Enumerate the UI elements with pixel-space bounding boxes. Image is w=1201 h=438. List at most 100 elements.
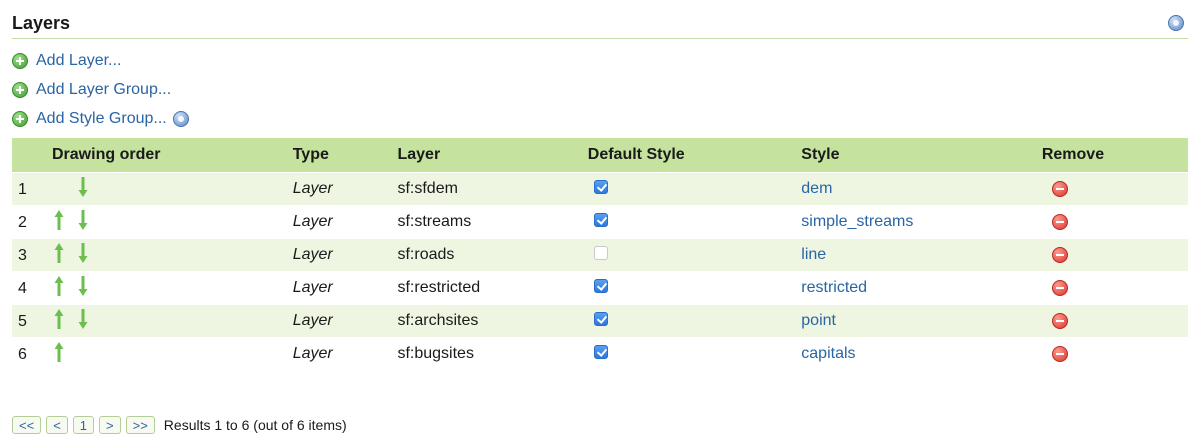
default-style-cell — [587, 205, 802, 239]
style-link[interactable]: capitals — [801, 345, 855, 362]
pagination: << < 1 > >> Results 1 to 6 (out of 6 ite… — [12, 415, 347, 435]
remove-icon[interactable] — [1051, 246, 1068, 263]
move-down-icon[interactable] — [78, 176, 88, 198]
type-cell: Layer — [268, 271, 398, 305]
move-up-icon[interactable] — [54, 275, 64, 297]
type-cell: Layer — [268, 238, 398, 272]
default-style-cell — [587, 238, 802, 272]
page-1-button[interactable]: 1 — [72, 416, 95, 434]
next-page-button[interactable]: > — [99, 416, 121, 434]
drawing-order-cell: 5 — [12, 304, 269, 338]
drawing-order-cell: 2 — [12, 205, 269, 239]
remove-cell — [1041, 304, 1188, 338]
add-icon — [12, 81, 28, 98]
last-page-button[interactable]: >> — [125, 416, 155, 434]
row-number: 5 — [18, 313, 27, 330]
style-cell: dem — [801, 172, 1042, 206]
col-layer[interactable]: Layer — [397, 138, 588, 173]
table-row: 3 Layer sf:roads line — [12, 238, 1188, 272]
add-layer-group-label[interactable]: Add Layer Group... — [36, 81, 171, 99]
col-remove[interactable]: Remove — [1041, 138, 1188, 173]
add-layer-group-link[interactable]: Add Layer Group... — [12, 75, 189, 104]
table-row: 4 Layer sf:restricted restricted — [12, 271, 1188, 305]
drawing-order-cell: 6 — [12, 337, 269, 370]
add-icon — [12, 110, 28, 127]
page-title: Layers — [12, 13, 71, 33]
action-links: Add Layer... Add Layer Group... Add Styl… — [12, 46, 189, 133]
move-up-icon[interactable] — [54, 242, 64, 264]
remove-cell — [1041, 172, 1188, 206]
move-down-icon[interactable] — [78, 242, 88, 264]
type-cell: Layer — [268, 337, 398, 370]
style-cell: capitals — [801, 337, 1042, 370]
style-link[interactable]: point — [801, 312, 836, 329]
move-up-icon[interactable] — [54, 341, 64, 363]
style-link[interactable]: simple_streams — [801, 213, 913, 230]
style-cell: line — [801, 238, 1042, 272]
drawing-order-cell: 3 — [12, 238, 269, 272]
row-number: 2 — [18, 214, 27, 231]
remove-cell — [1041, 271, 1188, 305]
layer-cell: sf:archsites — [397, 304, 588, 338]
remove-cell — [1041, 337, 1188, 370]
prev-page-button[interactable]: < — [46, 416, 68, 434]
first-page-button[interactable]: << — [12, 416, 42, 434]
style-cell: simple_streams — [801, 205, 1042, 239]
remove-icon[interactable] — [1051, 345, 1068, 362]
col-drawing-order[interactable]: Drawing order — [12, 138, 269, 173]
layer-cell: sf:streams — [397, 205, 588, 239]
layers-table: Drawing order Type Layer Default Style S… — [12, 138, 1188, 370]
row-number: 1 — [18, 181, 27, 198]
default-style-cell — [587, 337, 802, 370]
remove-icon[interactable] — [1051, 180, 1068, 197]
row-number: 4 — [18, 280, 27, 297]
row-number: 3 — [18, 247, 27, 264]
layer-cell: sf:sfdem — [397, 172, 588, 206]
remove-cell — [1041, 205, 1188, 239]
col-type[interactable]: Type — [268, 138, 398, 173]
add-style-group-label[interactable]: Add Style Group... — [36, 110, 167, 128]
help-icon[interactable] — [172, 110, 189, 127]
help-icon[interactable] — [1168, 15, 1184, 31]
default-style-checkbox[interactable] — [593, 179, 608, 194]
col-style[interactable]: Style — [801, 138, 1042, 173]
drawing-order-cell: 1 — [12, 172, 269, 206]
type-cell: Layer — [268, 304, 398, 338]
results-status: Results 1 to 6 (out of 6 items) — [163, 417, 347, 433]
move-down-icon[interactable] — [78, 275, 88, 297]
layer-cell: sf:roads — [397, 238, 588, 272]
default-style-cell — [587, 271, 802, 305]
default-style-checkbox[interactable] — [593, 344, 608, 359]
layer-cell: sf:bugsites — [397, 337, 588, 370]
default-style-checkbox[interactable] — [593, 311, 608, 326]
table-header-row: Drawing order Type Layer Default Style S… — [12, 138, 1188, 173]
table-row: 6 Layer sf:bugsites capitals — [12, 337, 1188, 370]
type-cell: Layer — [268, 205, 398, 239]
row-number: 6 — [18, 346, 27, 363]
move-down-icon[interactable] — [78, 308, 88, 330]
add-layer-label[interactable]: Add Layer... — [36, 52, 121, 70]
remove-icon[interactable] — [1051, 213, 1068, 230]
move-up-icon[interactable] — [54, 209, 64, 231]
col-default-style[interactable]: Default Style — [587, 138, 802, 173]
panel-header: Layers — [12, 8, 1188, 39]
move-down-icon[interactable] — [78, 209, 88, 231]
move-up-icon[interactable] — [54, 308, 64, 330]
layer-cell: sf:restricted — [397, 271, 588, 305]
default-style-checkbox[interactable] — [593, 245, 608, 260]
default-style-cell — [587, 304, 802, 338]
remove-icon[interactable] — [1051, 279, 1068, 296]
table-row: 2 Layer sf:streams simple_streams — [12, 205, 1188, 239]
layers-panel: Layers Add Layer... Add Layer Group... A… — [0, 0, 1201, 438]
style-link[interactable]: line — [801, 246, 826, 263]
table-row: 1 Layer sf:sfdem dem — [12, 172, 1188, 206]
default-style-checkbox[interactable] — [593, 278, 608, 293]
add-layer-link[interactable]: Add Layer... — [12, 46, 189, 75]
style-link[interactable]: restricted — [801, 279, 867, 296]
drawing-order-cell: 4 — [12, 271, 269, 305]
default-style-checkbox[interactable] — [593, 212, 608, 227]
remove-icon[interactable] — [1051, 312, 1068, 329]
style-cell: restricted — [801, 271, 1042, 305]
add-style-group-link[interactable]: Add Style Group... — [12, 104, 189, 133]
style-link[interactable]: dem — [801, 180, 832, 197]
